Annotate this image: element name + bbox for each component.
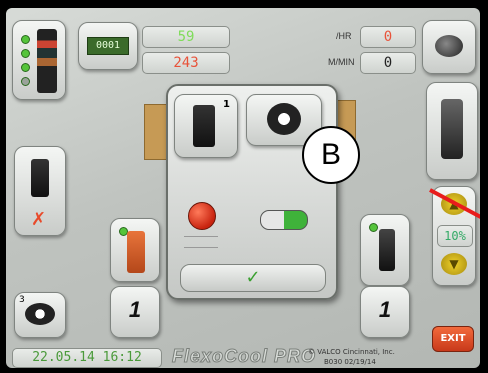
status-led [21,77,30,86]
pressure-regulator-tile[interactable] [426,82,478,180]
rate-bottom-label: M/MIN [328,57,355,67]
gun-setup-tile[interactable] [422,20,476,74]
datetime-display: 22.05.14 16:12 [12,348,162,368]
overlay-letter-badge: B [302,126,360,184]
gun-module-icon [31,159,49,197]
station-count-left-box: 1 [110,286,160,338]
station-tile-right[interactable] [360,214,410,286]
hmi-screen: 0001 59 243 /HR 0 M/MIN 0 ✗ 1 3 1 10% ▼ … [6,8,480,368]
speed-down-button[interactable]: ▼ [441,253,467,275]
speed-percent: 10% [437,225,473,247]
regulator-icon [441,99,463,159]
status-led [369,223,378,232]
tool-number: 3 [19,295,25,305]
red-stop-button[interactable] [188,202,216,230]
gun-module-icon [127,231,145,273]
gun-tile-disabled[interactable]: ✗ [14,146,66,236]
controller-stack-icon [37,29,57,93]
gun-module-icon [193,105,215,147]
confirm-button[interactable]: ✓ [180,264,326,292]
gun-module-icon [379,229,395,271]
rate-top-value: 0 [360,26,416,48]
status-led [21,35,30,44]
tool-tile[interactable]: 3 [14,292,66,338]
brand-logo: FlexoCool PRO [171,346,317,367]
wrench-icon [25,303,55,325]
counter-badge-tile[interactable]: 0001 [78,22,138,70]
count-value-bottom: 243 [142,52,230,74]
station-tile-left[interactable] [110,218,160,282]
enable-toggle[interactable] [260,210,308,230]
exit-button[interactable]: EXIT [432,326,474,352]
vendor-text: © VALCO Cincinnati, Inc. [308,348,395,356]
station-count-right: 1 [378,297,392,322]
wrench-icon [267,103,301,135]
count-value-top: 59 [142,26,230,48]
status-led [21,63,30,72]
gun-select-tile[interactable]: 1 [174,94,238,158]
amber-indicator [144,104,168,160]
version-text: B030 02/19/14 [324,358,376,366]
station-count-right-box: 1 [360,286,410,338]
gun-status-tile[interactable] [12,20,66,100]
gun-number: 1 [223,99,230,110]
menu-lines-icon [184,236,218,248]
counter-badge: 0001 [87,37,129,55]
status-led [21,49,30,58]
disabled-x-icon: ✗ [31,209,47,230]
gun-config-dialog: 1 B ✓ [166,84,360,300]
rate-bottom-value: 0 [360,52,416,74]
spray-gun-icon [435,35,463,57]
station-count-left: 1 [128,297,142,322]
rate-top-label: /HR [336,31,352,41]
